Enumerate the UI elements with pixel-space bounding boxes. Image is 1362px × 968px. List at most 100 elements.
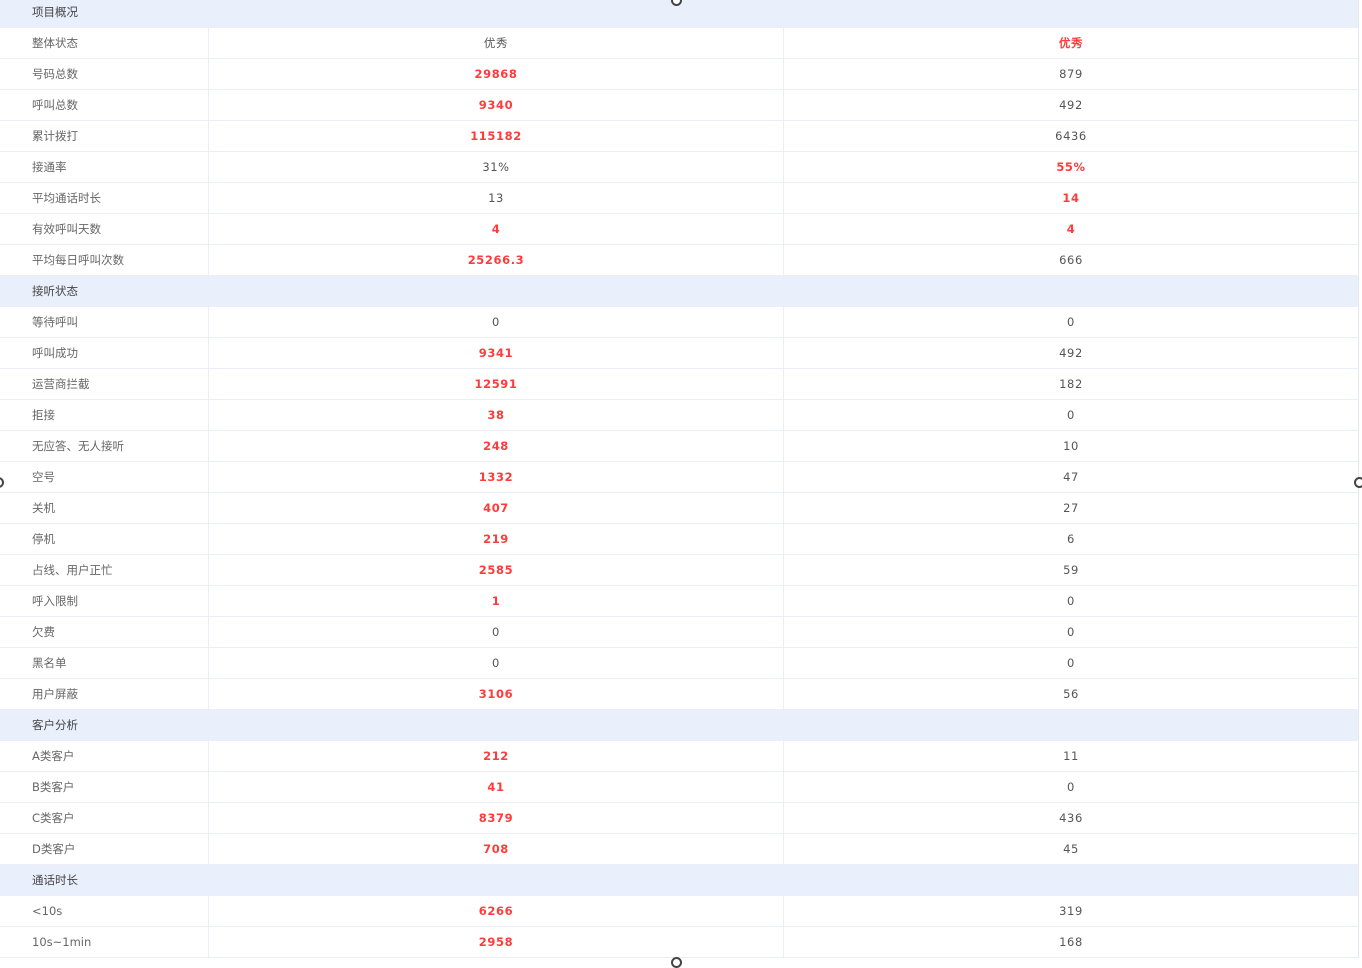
table-row: 停机 219 6 [0, 524, 1358, 555]
table-row: 接通率 31% 55% [0, 152, 1358, 183]
value-cell-1: 407 [209, 493, 784, 523]
value-cell-1: 1 [209, 586, 784, 616]
value-cell-1: 13 [209, 183, 784, 213]
value-cell-2: 14 [1062, 191, 1080, 205]
table-row: A类客户 212 11 [0, 741, 1358, 772]
section-header: 通话时长 [0, 865, 1358, 896]
row-label: 用户屏蔽 [0, 679, 209, 709]
value-cell-2: 11 [1063, 749, 1079, 763]
value-cell-1: 8379 [209, 803, 784, 833]
section-title: 客户分析 [32, 718, 78, 732]
value-cell-2: 0 [1067, 594, 1075, 608]
table-row: 10s~1min 2958 168 [0, 927, 1358, 958]
row-label: 累计拨打 [0, 121, 209, 151]
table-row: 欠费 0 0 [0, 617, 1358, 648]
table-row: D类客户 708 45 [0, 834, 1358, 865]
row-label: 欠费 [0, 617, 209, 647]
row-label: <10s [0, 896, 209, 926]
value-cell-1: 219 [209, 524, 784, 554]
value-cell-2: 182 [1059, 377, 1083, 391]
value-cell-1: 2585 [209, 555, 784, 585]
value-cell-1: 25266.3 [209, 245, 784, 275]
value-cell-1: 优秀 [209, 28, 784, 58]
value-cell-2: 27 [1063, 501, 1079, 515]
value-cell-2: 56 [1063, 687, 1079, 701]
value-cell-1: 12591 [209, 369, 784, 399]
section-title: 通话时长 [32, 873, 78, 887]
table-row: 平均通话时长 13 14 [0, 183, 1358, 214]
table-row: 号码总数 29868 879 [0, 59, 1358, 90]
table-row: 关机 407 27 [0, 493, 1358, 524]
table-row: 呼叫总数 9340 492 [0, 90, 1358, 121]
value-cell-1: 6266 [209, 896, 784, 926]
row-label: 无应答、无人接听 [0, 431, 209, 461]
value-cell-2: 6 [1067, 532, 1075, 546]
value-cell-1: 0 [209, 307, 784, 337]
resize-handle-bottom[interactable] [671, 957, 682, 968]
table-row: 用户屏蔽 3106 56 [0, 679, 1358, 710]
row-label: 呼叫总数 [0, 90, 209, 120]
value-cell-2: 47 [1063, 470, 1079, 484]
row-label: 关机 [0, 493, 209, 523]
value-cell-2: 优秀 [1058, 36, 1084, 50]
row-label: 黑名单 [0, 648, 209, 678]
value-cell-2: 0 [1067, 656, 1075, 670]
row-label: 停机 [0, 524, 209, 554]
value-cell-1: 2958 [209, 927, 784, 957]
table-row: 无应答、无人接听 248 10 [0, 431, 1358, 462]
row-label: 呼叫成功 [0, 338, 209, 368]
table-row: 拒接 38 0 [0, 400, 1358, 431]
value-cell-1: 41 [209, 772, 784, 802]
row-label: 接通率 [0, 152, 209, 182]
value-cell-2: 4 [1066, 222, 1076, 236]
value-cell-2: 45 [1063, 842, 1079, 856]
value-cell-2: 6436 [1055, 129, 1087, 143]
section-title: 接听状态 [32, 284, 78, 298]
row-label: 运营商拦截 [0, 369, 209, 399]
row-label: D类客户 [0, 834, 209, 864]
row-label: 整体状态 [0, 28, 209, 58]
row-label: 号码总数 [0, 59, 209, 89]
row-label: 等待呼叫 [0, 307, 209, 337]
table-row: 空号 1332 47 [0, 462, 1358, 493]
section-header: 客户分析 [0, 710, 1358, 741]
comparison-table: 项目概况 整体状态 优秀 优秀 号码总数 29868 879 呼叫总数 9340 492 累计拨打 1… [0, 0, 1359, 958]
value-cell-2: 436 [1059, 811, 1083, 825]
value-cell-2: 492 [1059, 98, 1083, 112]
table-row: <10s 6266 319 [0, 896, 1358, 927]
table-row: 运营商拦截 12591 182 [0, 369, 1358, 400]
resize-handle-right[interactable] [1354, 477, 1362, 488]
value-cell-1: 3106 [209, 679, 784, 709]
table-row: 呼入限制 1 0 [0, 586, 1358, 617]
value-cell-1: 9341 [209, 338, 784, 368]
value-cell-1: 29868 [209, 59, 784, 89]
row-label: B类客户 [0, 772, 209, 802]
value-cell-1: 0 [209, 617, 784, 647]
value-cell-1: 31% [209, 152, 784, 182]
table-row: 黑名单 0 0 [0, 648, 1358, 679]
value-cell-2: 879 [1059, 67, 1083, 81]
row-label: 有效呼叫天数 [0, 214, 209, 244]
value-cell-2: 0 [1067, 315, 1075, 329]
value-cell-2: 666 [1059, 253, 1083, 267]
value-cell-1: 0 [209, 648, 784, 678]
value-cell-2: 0 [1067, 780, 1075, 794]
value-cell-1: 9340 [209, 90, 784, 120]
value-cell-1: 4 [209, 214, 784, 244]
table-row: 占线、用户正忙 2585 59 [0, 555, 1358, 586]
row-label: 呼入限制 [0, 586, 209, 616]
value-cell-1: 708 [209, 834, 784, 864]
value-cell-1: 1332 [209, 462, 784, 492]
section-title: 项目概况 [32, 5, 78, 19]
row-label: 拒接 [0, 400, 209, 430]
table-row: C类客户 8379 436 [0, 803, 1358, 834]
table-row: 整体状态 优秀 优秀 [0, 28, 1358, 59]
table-row: 平均每日呼叫次数 25266.3 666 [0, 245, 1358, 276]
value-cell-2: 0 [1067, 408, 1075, 422]
table-row: 累计拨打 115182 6436 [0, 121, 1358, 152]
value-cell-1: 212 [209, 741, 784, 771]
value-cell-2: 492 [1059, 346, 1083, 360]
row-label: A类客户 [0, 741, 209, 771]
table-row: 有效呼叫天数 4 4 [0, 214, 1358, 245]
row-label: C类客户 [0, 803, 209, 833]
